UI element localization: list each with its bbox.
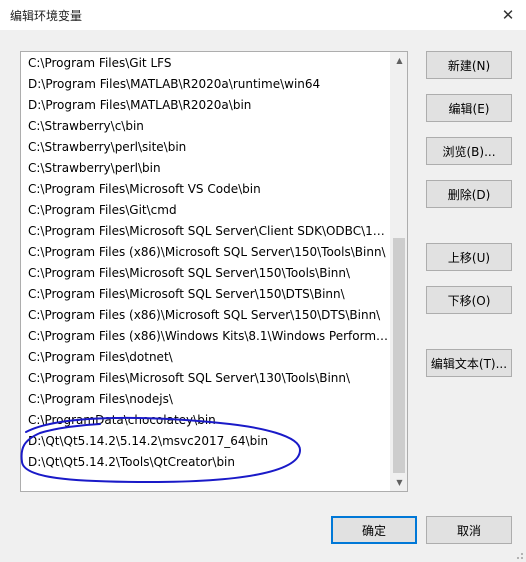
path-listbox[interactable]: C:\Program Files\Git LFS D:\Program Files… [20,51,408,492]
path-list: C:\Program Files\Git LFS D:\Program Files… [21,53,391,473]
scroll-down-button[interactable]: ▼ [391,474,407,491]
edit-text-button[interactable]: 编辑文本(T)... [426,349,512,377]
chevron-down-icon: ▼ [396,478,403,487]
list-item[interactable]: C:\Strawberry\c\bin [21,116,391,137]
list-item[interactable]: C:\Program Files\nodejs\ [21,389,391,410]
list-item[interactable]: D:\Program Files\MATLAB\R2020a\runtime\w… [21,74,391,95]
list-item[interactable]: D:\Qt\Qt5.14.2\5.14.2\msvc2017_64\bin [21,431,391,452]
list-item[interactable]: C:\Program Files (x86)\Microsoft SQL Ser… [21,242,391,263]
list-item[interactable]: C:\ProgramData\chocolatey\bin [21,410,391,431]
list-item[interactable]: C:\Strawberry\perl\site\bin [21,137,391,158]
chevron-up-icon: ▲ [396,56,403,65]
close-button[interactable]: ✕ [490,0,526,30]
list-item[interactable]: D:\Qt\Qt5.14.2\Tools\QtCreator\bin [21,452,391,473]
list-item[interactable]: C:\Program Files\Git LFS [21,53,391,74]
list-item[interactable]: C:\Program Files\Microsoft SQL Server\15… [21,263,391,284]
resize-grip-icon[interactable] [514,550,524,560]
move-up-button[interactable]: 上移(U) [426,243,512,271]
list-item[interactable]: C:\Program Files\Microsoft SQL Server\Cl… [21,221,391,242]
scroll-thumb[interactable] [393,238,405,473]
list-item[interactable]: C:\Program Files\Git\cmd [21,200,391,221]
list-item[interactable]: C:\Program Files (x86)\Microsoft SQL Ser… [21,305,391,326]
new-button[interactable]: 新建(N) [426,51,512,79]
vertical-scrollbar[interactable]: ▲ ▼ [390,52,407,491]
list-item[interactable]: D:\Program Files\MATLAB\R2020a\bin [21,95,391,116]
cancel-button[interactable]: 取消 [426,516,512,544]
delete-button[interactable]: 删除(D) [426,180,512,208]
list-item[interactable]: C:\Program Files\Microsoft VS Code\bin [21,179,391,200]
close-icon: ✕ [501,6,515,24]
list-item[interactable]: C:\Program Files\Microsoft SQL Server\15… [21,284,391,305]
edit-button[interactable]: 编辑(E) [426,94,512,122]
list-item[interactable]: C:\Program Files\dotnet\ [21,347,391,368]
browse-button[interactable]: 浏览(B)... [426,137,512,165]
title-bar: 编辑环境变量 ✕ [0,0,526,30]
list-item[interactable]: C:\Program Files (x86)\Windows Kits\8.1\… [21,326,391,347]
ok-button[interactable]: 确定 [331,516,417,544]
scroll-up-button[interactable]: ▲ [391,52,407,69]
move-down-button[interactable]: 下移(O) [426,286,512,314]
list-item[interactable]: C:\Strawberry\perl\bin [21,158,391,179]
list-item[interactable]: C:\Program Files\Microsoft SQL Server\13… [21,368,391,389]
window-title: 编辑环境变量 [10,9,83,23]
